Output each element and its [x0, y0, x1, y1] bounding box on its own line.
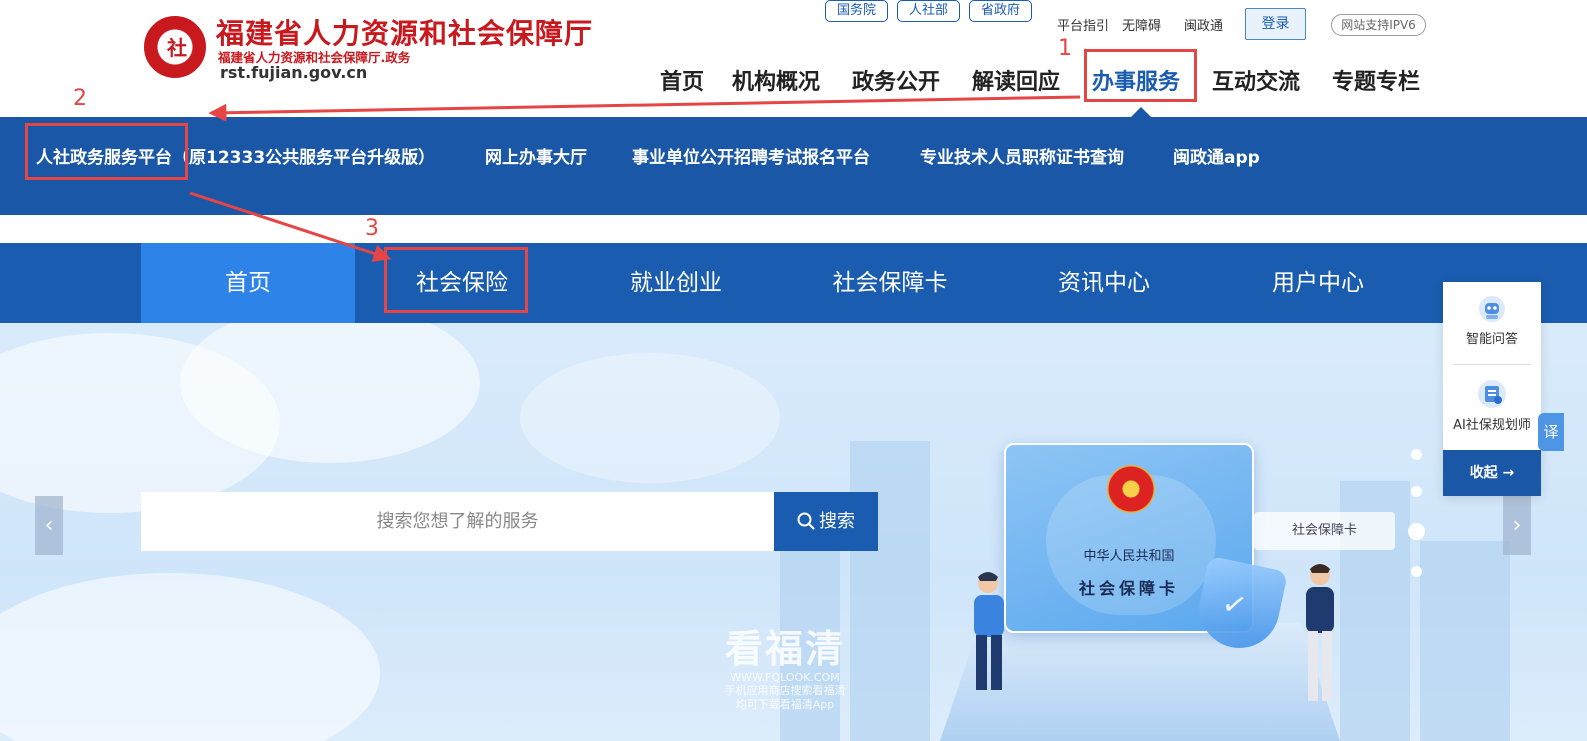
portal-tab-employment[interactable]: 就业创业 — [569, 243, 783, 323]
smart-qa-button[interactable]: 智能问答 — [1443, 294, 1541, 347]
search-icon — [797, 512, 815, 530]
site-title[interactable]: 福建省人力资源和社会保障厅 — [216, 12, 593, 52]
watermark-title: 看福清 — [724, 626, 845, 671]
dropdown-mzt-app[interactable]: 闽政通app — [1173, 143, 1260, 168]
watermark: 看福清 WWW.FQLOOK.COM 手机应用商店搜索看福清 均可下载看福清Ap… — [705, 618, 865, 712]
person-left-illustration — [974, 572, 1004, 690]
search-input[interactable]: 搜索您想了解的服务 — [141, 492, 774, 551]
slide-indicator-active[interactable] — [1408, 523, 1425, 540]
nav-home[interactable]: 首页 — [660, 64, 704, 96]
robot-icon — [1479, 296, 1505, 322]
annotation-box-services — [1084, 49, 1197, 102]
search-button-label: 搜索 — [819, 511, 855, 532]
carousel-prev-button[interactable]: ‹ — [35, 496, 63, 555]
slide-label-ss-card[interactable]: 社会保障卡 — [1254, 512, 1395, 550]
cloud-decoration — [0, 573, 380, 741]
services-dropdown: 人社政务服务平台（原12333公共服务平台升级版） 网上办事大厅 事业单位公开招… — [0, 117, 1587, 215]
nav-about[interactable]: 机构概况 — [732, 64, 820, 96]
nav-gov-affairs[interactable]: 政务公开 — [852, 64, 940, 96]
portal-tab-user-center[interactable]: 用户中心 — [1211, 243, 1425, 323]
annotation-step-2: 2 — [73, 86, 87, 111]
collapse-panel-button[interactable]: 收起 → — [1443, 450, 1541, 496]
link-accessibility[interactable]: 无障碍 — [1122, 15, 1161, 34]
hero-banner: ‹ › 搜索您想了解的服务 搜索 中华人民共和国 社会保障卡 ✓ 社会保障卡 看… — [0, 323, 1587, 741]
site-header: 社 福建省人力资源和社会保障厅 福建省人力资源和社会保障厅.政务 rst.fuj… — [0, 0, 1587, 117]
nav-topics[interactable]: 专题专栏 — [1332, 64, 1420, 96]
building-decoration — [1420, 541, 1510, 741]
watermark-line1: 手机应用商店搜索看福清 — [724, 684, 846, 697]
link-provincial-gov[interactable]: 省政府 — [969, 0, 1032, 22]
slide-indicator[interactable] — [1411, 449, 1422, 460]
national-emblem-icon — [1107, 465, 1155, 513]
floating-service-panel: 智能问答 AI社保规划师 收起 → — [1443, 282, 1541, 496]
annotation-box-hrss-platform — [25, 123, 188, 180]
portal-nav: 首页 社会保险 就业创业 社会保障卡 资讯中心 用户中心 — [0, 243, 1587, 323]
emblem-glyph: 社 — [167, 36, 187, 60]
portal-tab-home[interactable]: 首页 — [141, 243, 355, 323]
search-button[interactable]: 搜索 — [774, 492, 878, 551]
ai-planner-label: AI社保规划师 — [1453, 418, 1531, 433]
annotation-box-social-insurance — [384, 247, 528, 313]
slide-indicator[interactable] — [1411, 566, 1422, 577]
portal-tab-ss-card[interactable]: 社会保障卡 — [783, 243, 997, 323]
ai-planner-icon — [1478, 380, 1506, 408]
site-emblem-icon[interactable]: 社 — [144, 16, 206, 78]
annotation-step-1: 1 — [1058, 36, 1072, 61]
dropdown-certificate-query[interactable]: 专业技术人员职称证书查询 — [920, 143, 1124, 168]
ipv6-badge: 网站支持IPV6 — [1331, 14, 1426, 36]
site-domain: rst.fujian.gov.cn — [220, 63, 368, 82]
link-state-council[interactable]: 国务院 — [825, 0, 888, 22]
link-platform-guide[interactable]: 平台指引 — [1057, 15, 1109, 34]
ai-planner-button[interactable]: AI社保规划师 — [1443, 378, 1541, 433]
nav-interpretation[interactable]: 解读回应 — [972, 64, 1060, 96]
panel-divider — [1453, 364, 1531, 365]
link-minzhengtong[interactable]: 闽政通 — [1184, 15, 1223, 34]
dropdown-online-hall[interactable]: 网上办事大厅 — [485, 143, 587, 168]
slide-indicator[interactable] — [1411, 486, 1422, 497]
nav-interaction[interactable]: 互动交流 — [1212, 64, 1300, 96]
smart-qa-label: 智能问答 — [1465, 332, 1518, 347]
dropdown-recruitment-exam[interactable]: 事业单位公开招聘考试报名平台 — [632, 143, 870, 168]
annotation-step-3: 3 — [365, 216, 379, 241]
person-right-illustration — [1306, 564, 1334, 701]
translate-button[interactable]: 译 — [1538, 413, 1564, 451]
carousel-next-button[interactable]: › — [1503, 496, 1531, 555]
cloud-decoration — [520, 353, 780, 483]
link-mohrss[interactable]: 人社部 — [897, 0, 960, 22]
active-nav-caret-icon — [1131, 107, 1151, 117]
watermark-line2: 均可下载看福清App — [735, 698, 835, 711]
portal-tab-news[interactable]: 资讯中心 — [997, 243, 1211, 323]
login-button[interactable]: 登录 — [1245, 8, 1306, 40]
